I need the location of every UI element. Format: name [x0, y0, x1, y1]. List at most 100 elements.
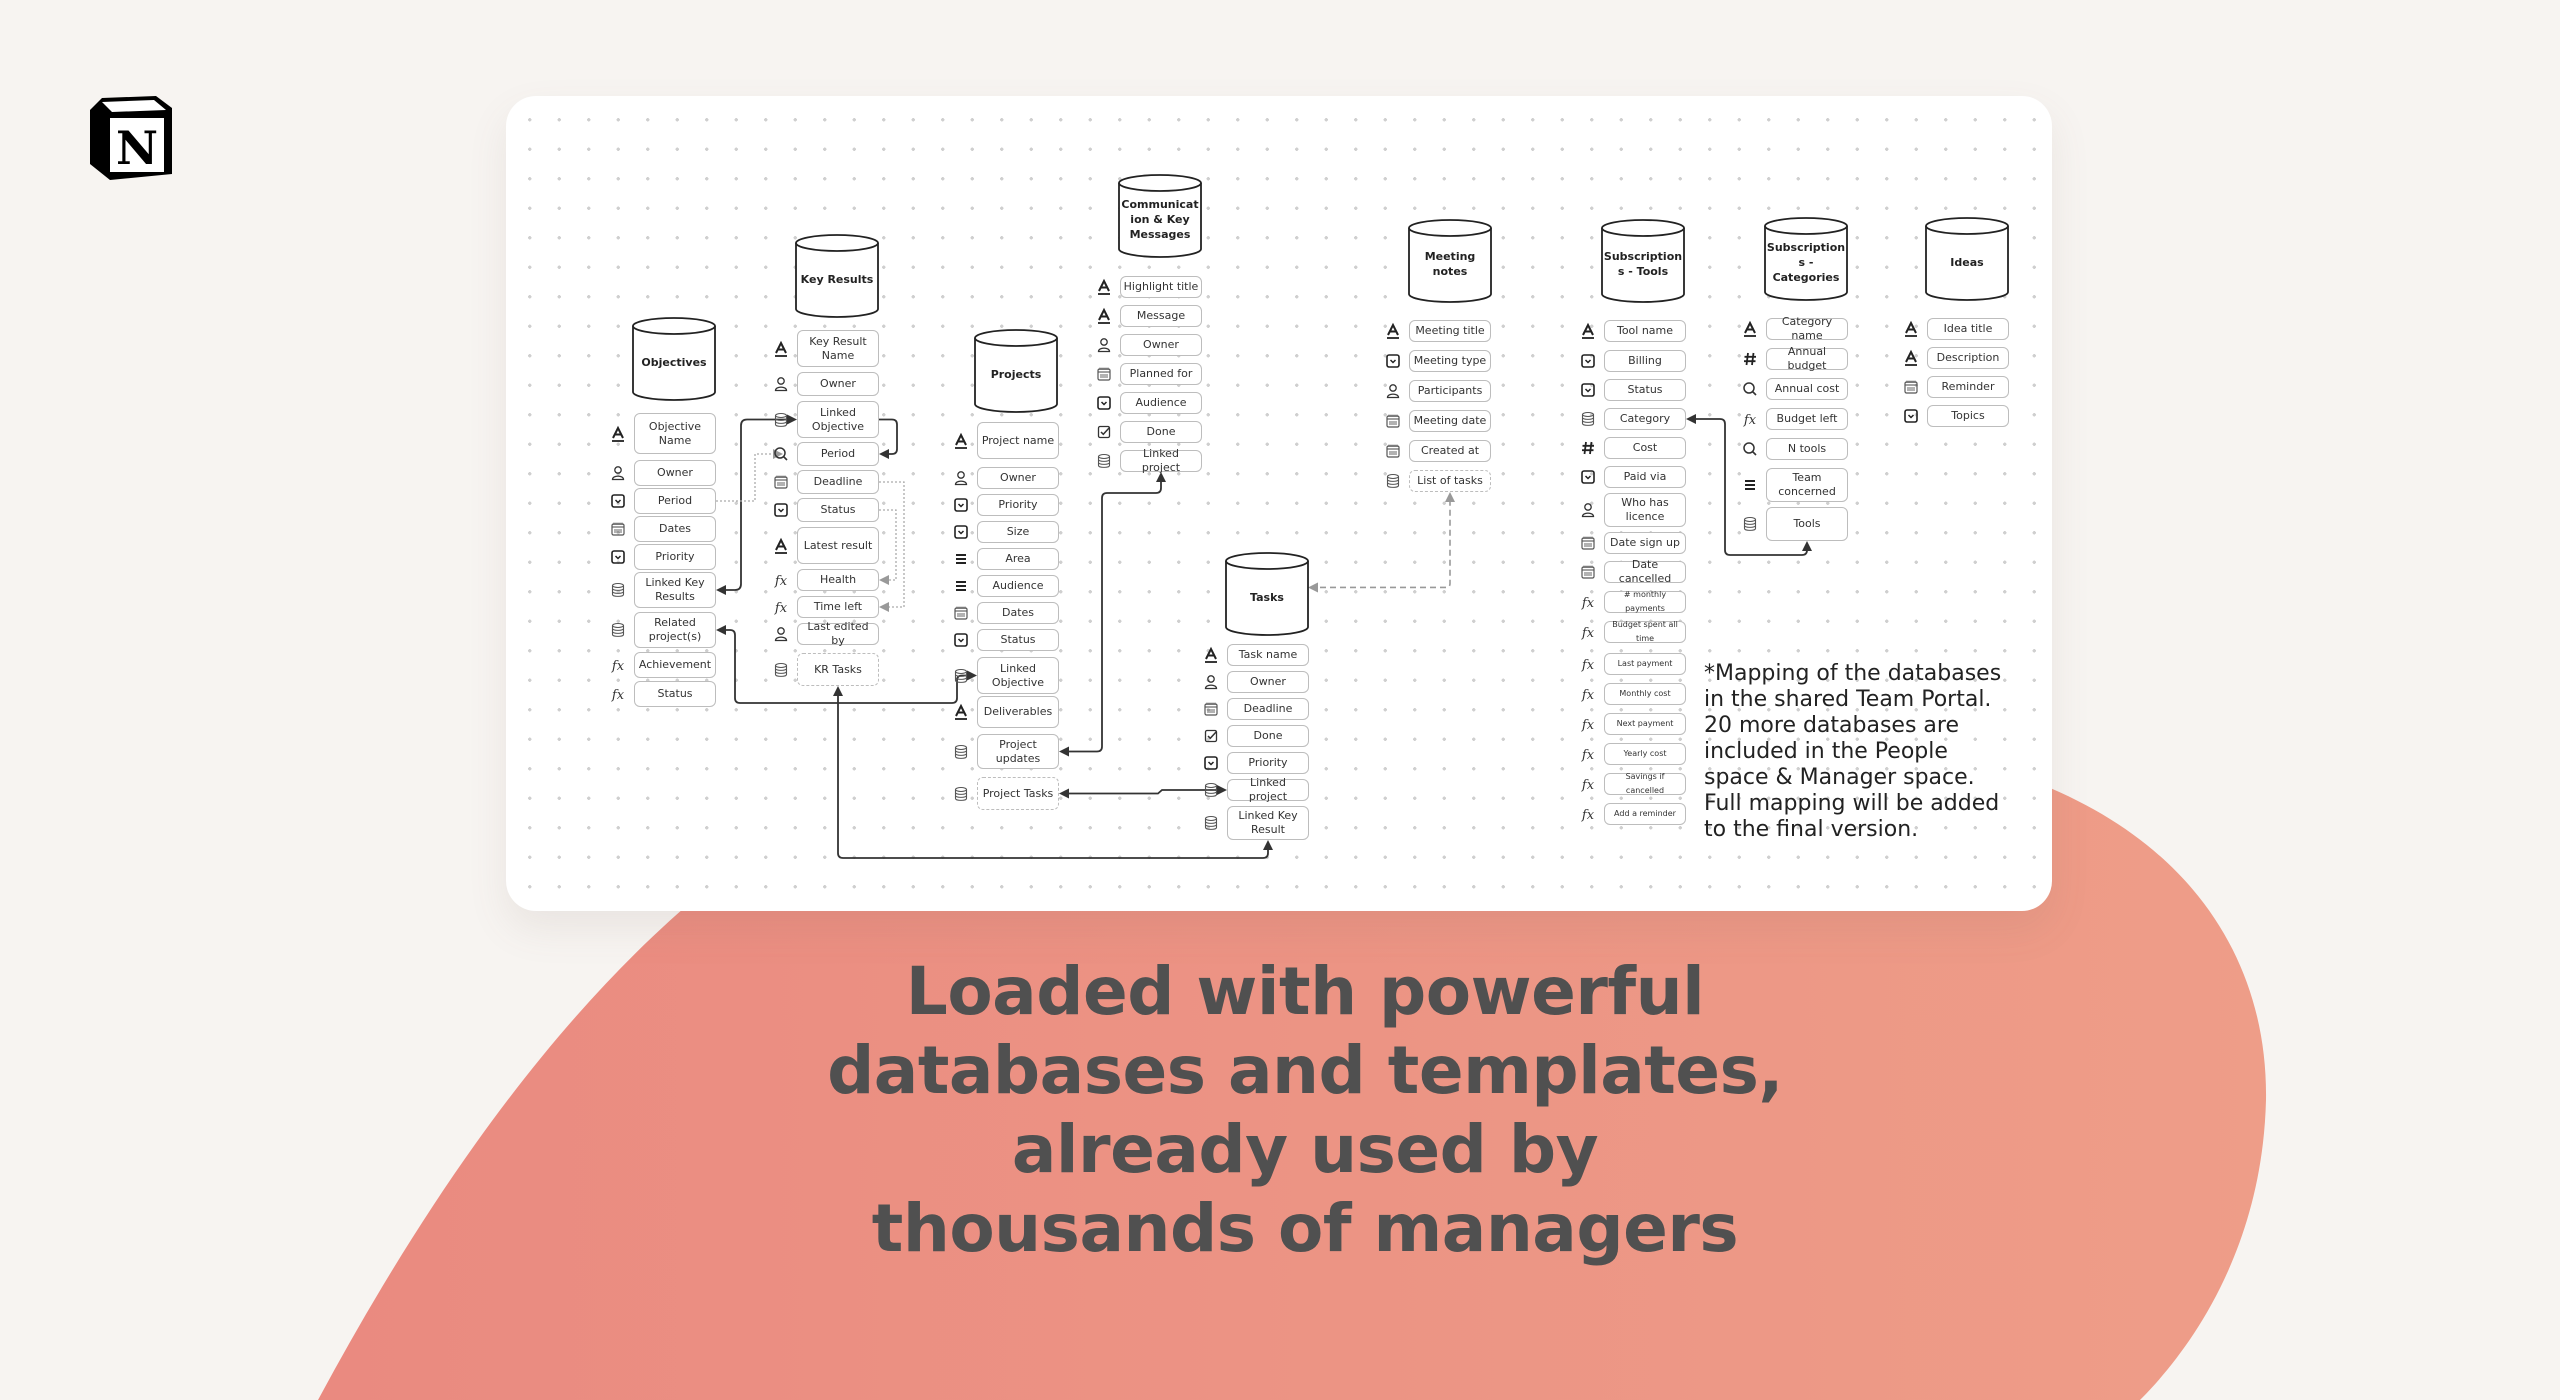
headline-line-2: databases and templates, — [827, 1032, 1783, 1109]
field-label: Description — [1936, 351, 2000, 364]
person-icon — [609, 464, 627, 482]
field-label: Date cancelled — [1618, 558, 1672, 585]
field-label: Participants — [1417, 384, 1483, 397]
person-icon — [1579, 501, 1597, 519]
field-label: Category — [1619, 412, 1671, 425]
field-subscriptions-tools-status: Status — [1604, 379, 1686, 401]
field-label: Done — [1146, 425, 1176, 438]
formula-icon: fx — [1579, 623, 1597, 641]
svg-text:fx: fx — [1581, 718, 1595, 733]
field-subscriptions-categories-annual-cost: Annual cost — [1766, 378, 1848, 400]
field-label: # monthly payments — [1623, 590, 1667, 613]
field-label: Date sign up — [1610, 536, 1680, 549]
field-label: Last payment — [1617, 659, 1673, 668]
select-icon — [1579, 381, 1597, 399]
select-icon — [609, 492, 627, 510]
notion-cube-icon: N — [90, 96, 172, 180]
calendar-icon — [1579, 534, 1597, 552]
field-label: Linked Objective — [811, 405, 865, 433]
field-label: Tool name — [1616, 324, 1674, 337]
svg-text:fx: fx — [1581, 778, 1595, 793]
field-tasks-priority: Priority — [1227, 752, 1309, 774]
field-key-results-status: Status — [797, 498, 879, 522]
field-label: Paid via — [1623, 470, 1667, 483]
field-label: Status — [657, 687, 693, 700]
field-tasks-done: Done — [1227, 725, 1309, 747]
notion-logo: N — [80, 88, 180, 188]
field-meeting-notes-participants: Participants — [1409, 380, 1491, 402]
rollup-search-icon — [1741, 440, 1759, 458]
svg-text:fx: fx — [1581, 748, 1595, 763]
field-subscriptions-tools-yearly-cost: Yearly cost — [1604, 743, 1686, 765]
field-label: List of tasks — [1417, 474, 1483, 487]
field-label: Annual cost — [1774, 382, 1840, 395]
database-title-subscriptions-categories: Subscription s - Categories — [1767, 234, 1845, 290]
formula-icon: fx — [609, 656, 627, 674]
field-projects-deliverables: Deliverables — [977, 696, 1059, 728]
field-subscriptions-categories-tools: Tools — [1766, 507, 1848, 541]
field-label: Priority — [1248, 756, 1288, 769]
svg-text:fx: fx — [1581, 626, 1595, 641]
field-key-results-health: Health — [797, 569, 879, 591]
field-label: Key Result Name — [809, 334, 867, 362]
field-key-results-period: Period — [797, 442, 879, 466]
formula-icon: fx — [1579, 745, 1597, 763]
database-title-text: Tasks — [1250, 590, 1284, 604]
field-label: Area — [1005, 552, 1031, 565]
field-label: Tools — [1793, 517, 1821, 530]
field-label: Audience — [992, 579, 1044, 592]
field-label: Category name — [1781, 315, 1833, 342]
field-subscriptions-tools-who-has-licence: Who has licence — [1604, 493, 1686, 527]
svg-text:fx: fx — [1581, 596, 1595, 611]
headline-line-1: Loaded with powerful — [905, 953, 1705, 1030]
field-ideas-description: Description — [1927, 347, 2009, 369]
calendar-icon — [772, 473, 790, 491]
field-label: Meeting date — [1413, 414, 1487, 427]
relation-database-icon — [1095, 452, 1113, 470]
checkbox-icon — [1095, 423, 1113, 441]
field-projects-size: Size — [977, 521, 1059, 543]
field-subscriptions-categories-budget-left: Budget left — [1766, 408, 1848, 430]
select-icon — [952, 496, 970, 514]
field-label: Deadline — [1243, 702, 1293, 715]
text-property-icon — [1095, 278, 1113, 296]
calendar-icon — [1095, 365, 1113, 383]
field-key-results-latest-result: Latest result — [797, 527, 879, 564]
field-label: Health — [819, 573, 857, 586]
database-title-text: Subscription s - Categories — [1766, 240, 1846, 284]
field-label: Project updates — [995, 737, 1041, 765]
select-icon — [1579, 352, 1597, 370]
relation-database-icon — [952, 667, 970, 685]
calendar-icon — [1202, 700, 1220, 718]
field-objectives-objective-name: Objective Name — [634, 413, 716, 454]
field-label: Created at — [1420, 444, 1480, 457]
relation-database-icon — [952, 743, 970, 761]
field-label: Idea title — [1943, 322, 1993, 335]
field-label: Project Tasks — [982, 786, 1054, 800]
formula-icon: fx — [609, 685, 627, 703]
formula-icon: fx — [1579, 715, 1597, 733]
field-subscriptions-categories-n-tools: N tools — [1766, 438, 1848, 460]
field-communication-linked-project: Linked project — [1120, 447, 1202, 474]
field-tasks-owner: Owner — [1227, 671, 1309, 693]
field-label: Add a reminder — [1614, 809, 1676, 818]
database-title-text: Subscription s - Tools — [1603, 250, 1683, 278]
field-subscriptions-tools-monthly-payments: # monthly payments — [1604, 590, 1686, 613]
field-label: Owner — [820, 377, 856, 390]
field-subscriptions-tools-date-cancelled: Date cancelled — [1604, 558, 1686, 585]
text-property-icon — [1202, 646, 1220, 664]
field-label: Message — [1136, 309, 1186, 322]
field-meeting-notes-meeting-date: Meeting date — [1409, 410, 1491, 432]
field-label: Audience — [1135, 396, 1187, 409]
field-label: Budget spent all time — [1612, 620, 1678, 643]
text-property-icon — [772, 537, 790, 555]
field-subscriptions-tools-next-payment: Next payment — [1604, 713, 1686, 735]
field-label: Status — [1627, 383, 1663, 396]
database-title-text: Communicat ion & Key Messages — [1121, 197, 1199, 241]
database-title-text: Meeting notes — [1424, 250, 1476, 278]
relation-database-icon — [1741, 515, 1759, 533]
field-subscriptions-tools-last-payment: Last payment — [1604, 653, 1686, 675]
text-property-icon — [1741, 320, 1759, 338]
field-meeting-notes-meeting-title: Meeting title — [1409, 320, 1491, 342]
field-objectives-priority: Priority — [634, 544, 716, 570]
